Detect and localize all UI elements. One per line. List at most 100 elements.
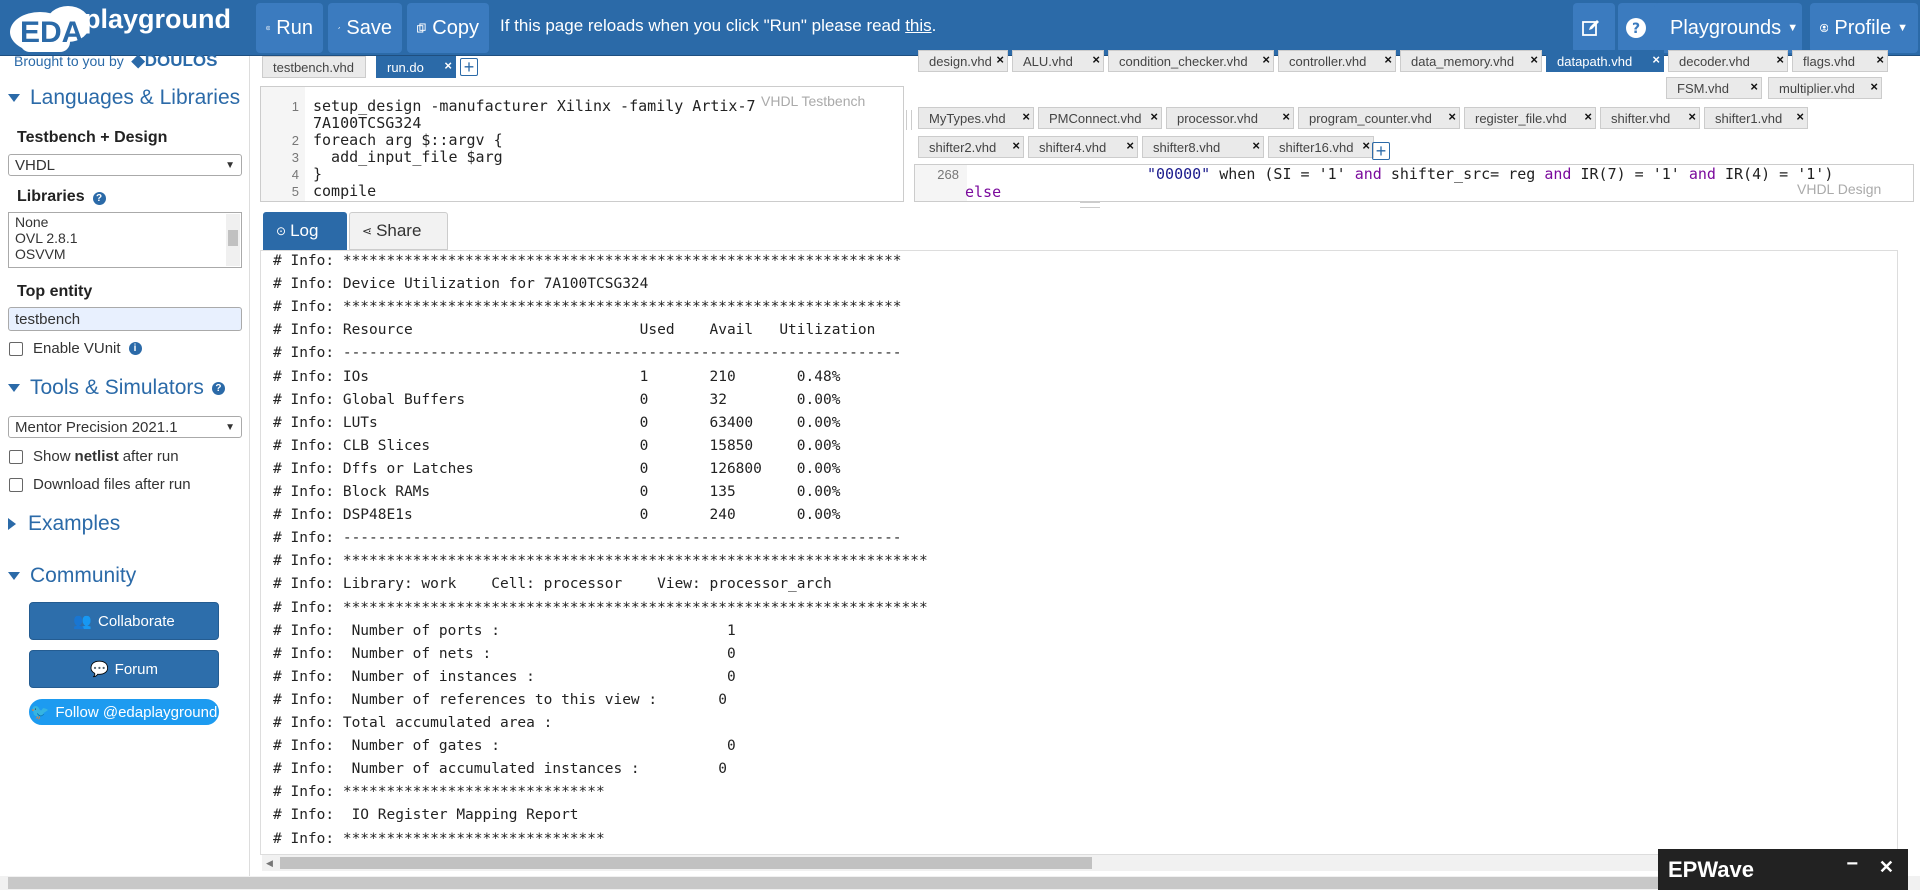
copy-button[interactable]: Copy bbox=[407, 3, 489, 53]
close-icon[interactable]: × bbox=[1870, 79, 1878, 94]
close-icon[interactable]: × bbox=[1126, 138, 1134, 153]
checkbox-icon[interactable] bbox=[9, 449, 23, 464]
eda-playground-logo[interactable]: EDA playground bbox=[6, 2, 244, 54]
close-icon[interactable]: ✕ bbox=[1879, 857, 1894, 878]
editor-split-handle[interactable] bbox=[906, 110, 912, 130]
tab-design-vhd[interactable]: design.vhd × bbox=[918, 50, 1008, 72]
tab-shifter8-vhd[interactable]: shifter8.vhd × bbox=[1142, 136, 1264, 158]
close-icon[interactable]: × bbox=[996, 52, 1004, 67]
tab-condition_checker-vhd[interactable]: condition_checker.vhd × bbox=[1108, 50, 1274, 72]
close-icon[interactable]: × bbox=[1262, 52, 1270, 67]
add-file-icon[interactable]: + bbox=[460, 58, 478, 76]
top-entity-input[interactable]: testbench bbox=[8, 307, 242, 331]
reload-help-link[interactable]: this bbox=[905, 16, 931, 35]
checkbox-icon[interactable] bbox=[9, 477, 23, 492]
tab-run-do[interactable]: run.do × bbox=[376, 56, 456, 78]
save-button[interactable]: Save bbox=[328, 3, 402, 53]
info-icon[interactable]: i bbox=[128, 342, 142, 355]
examples-header[interactable]: Examples bbox=[8, 512, 120, 536]
edit-button[interactable] bbox=[1573, 3, 1615, 53]
download-files-checkbox[interactable]: Download files after run bbox=[9, 476, 191, 493]
close-icon[interactable]: × bbox=[1688, 109, 1696, 124]
question-circle-icon[interactable]: ? bbox=[211, 381, 225, 395]
copy-icon bbox=[417, 23, 426, 33]
tab-shifter16-vhd[interactable]: shifter16.vhd × bbox=[1268, 136, 1374, 158]
playgrounds-menu[interactable]: Playgrounds ▼ bbox=[1654, 3, 1802, 53]
close-icon[interactable]: × bbox=[1092, 52, 1100, 67]
languages-libraries-header[interactable]: Languages & Libraries bbox=[8, 86, 240, 110]
log-horizontal-scrollbar[interactable]: ◀ bbox=[262, 855, 1896, 871]
forum-button[interactable]: 💬 Forum bbox=[29, 650, 219, 688]
brought-by: Brought to you by ◆DOULOS bbox=[14, 51, 217, 71]
page-horizontal-scrollbar[interactable] bbox=[0, 876, 1920, 890]
tab-data_memory-vhd[interactable]: data_memory.vhd × bbox=[1400, 50, 1542, 72]
close-icon[interactable]: × bbox=[1750, 79, 1758, 94]
tab-mytypes-vhd[interactable]: MyTypes.vhd × bbox=[918, 107, 1034, 129]
tab-shifter-vhd[interactable]: shifter.vhd × bbox=[1600, 107, 1700, 129]
tab-controller-vhd[interactable]: controller.vhd × bbox=[1278, 50, 1396, 72]
library-option[interactable]: None bbox=[15, 214, 235, 230]
close-icon[interactable]: × bbox=[1252, 138, 1260, 153]
top-entity-value: testbench bbox=[15, 310, 81, 328]
close-icon[interactable]: × bbox=[1362, 138, 1370, 153]
tab-log[interactable]: ⊙ Log bbox=[263, 212, 347, 250]
library-option[interactable]: OSVVM bbox=[15, 246, 235, 262]
tab-multiplier-vhd[interactable]: multiplier.vhd × bbox=[1768, 77, 1882, 99]
tab-datapath-vhd[interactable]: datapath.vhd × bbox=[1546, 50, 1664, 72]
design-editor[interactable]: 268 "00000" when (SI = '1' and shifter_s… bbox=[914, 164, 1914, 202]
question-circle-icon[interactable]: ? bbox=[92, 192, 106, 205]
close-icon[interactable]: × bbox=[1022, 109, 1030, 124]
scrollbar-thumb[interactable] bbox=[280, 857, 1092, 869]
close-icon[interactable]: × bbox=[1384, 52, 1392, 67]
libraries-list[interactable]: None OVL 2.8.1 OSVVM bbox=[8, 212, 242, 268]
tab-register_file-vhd[interactable]: register_file.vhd × bbox=[1464, 107, 1596, 129]
collaborate-button[interactable]: 👥 Collaborate bbox=[29, 602, 219, 640]
checkbox-icon[interactable] bbox=[9, 341, 23, 356]
close-icon[interactable]: × bbox=[1012, 138, 1020, 153]
tab-decoder-vhd[interactable]: decoder.vhd × bbox=[1668, 50, 1788, 72]
close-icon[interactable]: × bbox=[1796, 109, 1804, 124]
tab-shifter2-vhd[interactable]: shifter2.vhd × bbox=[918, 136, 1024, 158]
close-icon[interactable]: × bbox=[444, 58, 452, 73]
close-icon[interactable]: × bbox=[1876, 52, 1884, 67]
community-header[interactable]: Community bbox=[8, 564, 136, 588]
tab-pmconnect-vhd[interactable]: PMConnect.vhd × bbox=[1038, 107, 1162, 129]
tab-shifter4-vhd[interactable]: shifter4.vhd × bbox=[1028, 136, 1138, 158]
twitter-follow-button[interactable]: 🐦 Follow @edaplayground bbox=[29, 699, 219, 725]
minimize-icon[interactable]: − bbox=[1846, 853, 1858, 876]
simulator-select[interactable]: Mentor Precision 2021.1 ▼ bbox=[8, 416, 242, 438]
tools-simulators-header[interactable]: Tools & Simulators ? bbox=[8, 376, 225, 400]
page-scroll-thumb[interactable] bbox=[8, 877, 1888, 889]
panel-split-handle[interactable] bbox=[1080, 202, 1100, 208]
log-output[interactable]: # Info: ********************************… bbox=[260, 250, 1898, 855]
library-option[interactable]: OVL 2.8.1 bbox=[15, 230, 235, 246]
enable-vunit-checkbox[interactable]: Enable VUnit i bbox=[9, 340, 142, 357]
close-icon[interactable]: × bbox=[1652, 52, 1660, 67]
tab-program_counter-vhd[interactable]: program_counter.vhd × bbox=[1298, 107, 1460, 129]
doulos-logo[interactable]: ◆DOULOS bbox=[132, 51, 218, 70]
close-icon[interactable]: × bbox=[1448, 109, 1456, 124]
close-icon[interactable]: × bbox=[1282, 109, 1290, 124]
close-icon[interactable]: × bbox=[1776, 52, 1784, 67]
libraries-scrollbar[interactable] bbox=[226, 214, 240, 266]
close-icon[interactable]: × bbox=[1150, 109, 1158, 124]
language-select[interactable]: VHDL ▼ bbox=[8, 154, 242, 176]
close-icon[interactable]: × bbox=[1584, 109, 1592, 124]
scroll-left-icon[interactable]: ◀ bbox=[266, 858, 273, 869]
testbench-editor[interactable]: 1 setup_design -manufacturer Xilinx -fam… bbox=[260, 86, 904, 202]
profile-menu[interactable]: Profile ▼ bbox=[1810, 3, 1918, 53]
add-file-icon[interactable]: + bbox=[1372, 142, 1390, 160]
code-line: } bbox=[313, 165, 323, 183]
epwave-panel[interactable]: EPWave − ✕ bbox=[1658, 849, 1908, 890]
tab-shifter1-vhd[interactable]: shifter1.vhd × bbox=[1704, 107, 1808, 129]
tab-share[interactable]: ⋖ Share bbox=[349, 212, 448, 250]
close-icon[interactable]: × bbox=[1530, 52, 1538, 67]
tab-alu-vhd[interactable]: ALU.vhd × bbox=[1012, 50, 1104, 72]
tab-processor-vhd[interactable]: processor.vhd × bbox=[1166, 107, 1294, 129]
tab-testbench-vhd[interactable]: testbench.vhd bbox=[262, 56, 366, 78]
log-line: # Info: ****************************** bbox=[273, 830, 605, 847]
run-button[interactable]: Run bbox=[256, 3, 323, 53]
tab-fsm-vhd[interactable]: FSM.vhd × bbox=[1666, 77, 1762, 99]
tab-flags-vhd[interactable]: flags.vhd × bbox=[1792, 50, 1888, 72]
show-netlist-checkbox[interactable]: Show netlist after run bbox=[9, 448, 179, 465]
